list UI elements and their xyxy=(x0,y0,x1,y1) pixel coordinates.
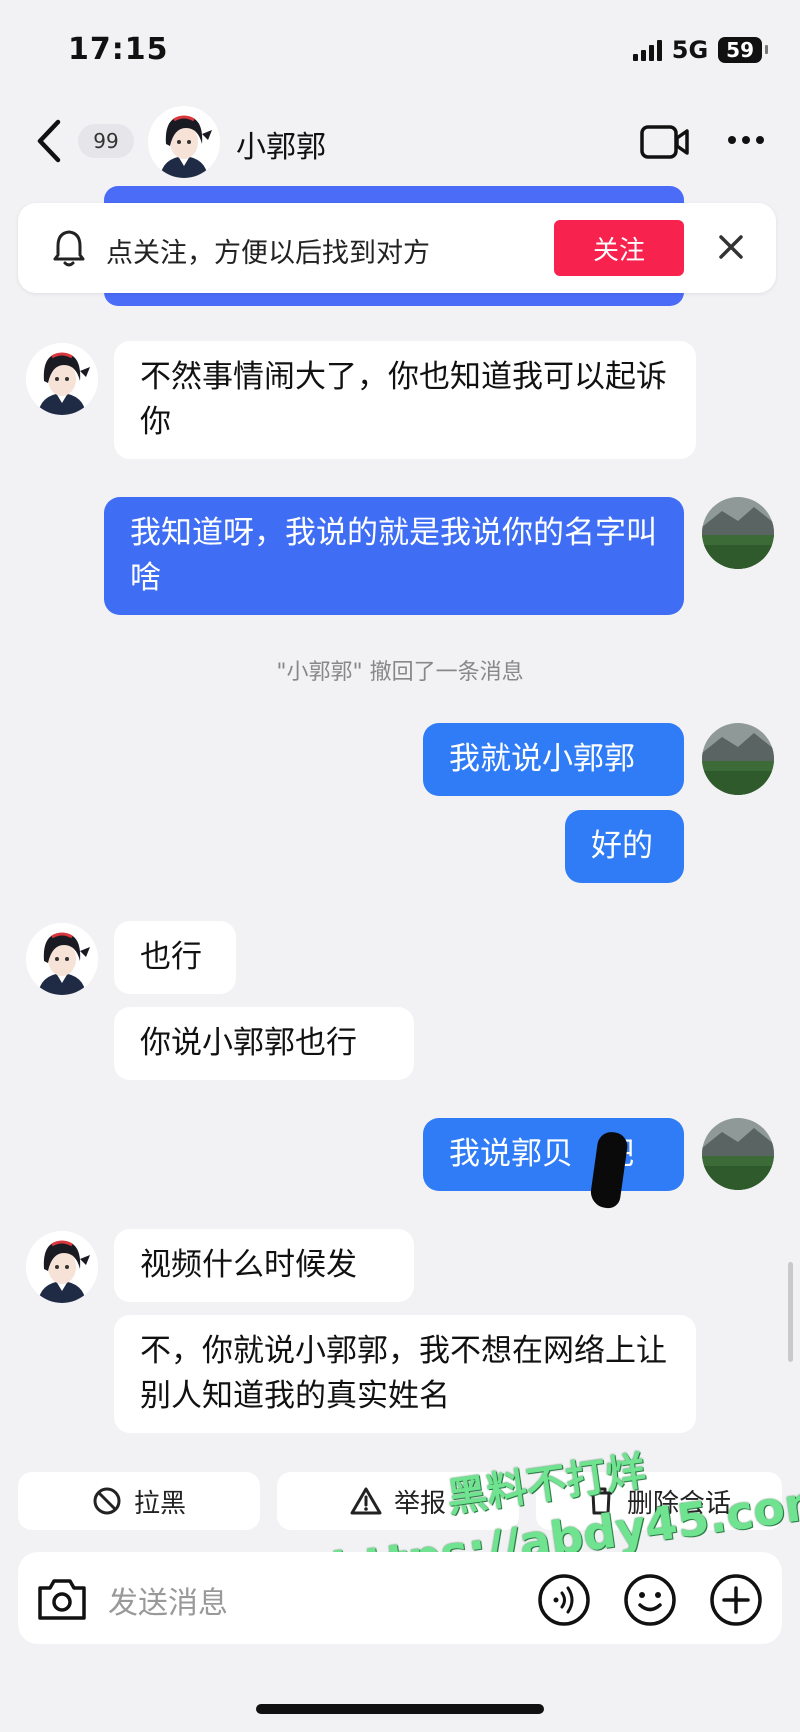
contact-name[interactable]: 小郭郭 xyxy=(236,122,326,166)
status-indicators: 5G 59 xyxy=(632,36,768,64)
contact-avatar[interactable] xyxy=(26,1231,98,1303)
video-call-icon[interactable] xyxy=(640,124,690,160)
block-button[interactable]: 拉黑 xyxy=(18,1472,260,1530)
scrollbar[interactable] xyxy=(788,1262,793,1362)
recall-notice: "小郭郭" 撤回了一条消息 xyxy=(276,660,524,685)
emoji-icon[interactable] xyxy=(622,1572,678,1628)
network-label: 5G xyxy=(671,36,709,64)
message-bubble-outgoing[interactable]: 我说郭贝吧 xyxy=(423,1118,684,1191)
message-bubble-outgoing[interactable]: 我知道呀，我说的就是我说你的名字叫啥 xyxy=(104,497,684,615)
message-bubble-incoming[interactable]: 不，你就说小郭郭，我不想在网络上让别人知道我的真实姓名 xyxy=(114,1315,696,1433)
follow-prompt-text: 点关注，方便以后找到对方 xyxy=(106,238,430,269)
plus-icon[interactable] xyxy=(708,1572,764,1628)
my-avatar[interactable] xyxy=(702,497,774,569)
battery-indicator: 59 xyxy=(718,37,768,63)
contact-avatar[interactable] xyxy=(26,343,98,415)
message-bubble-incoming[interactable]: 不然事情闹大了，你也知道我可以起诉你 xyxy=(114,341,696,459)
warning-icon xyxy=(350,1487,382,1515)
message-bubble-outgoing[interactable]: 我就说小郭郭 xyxy=(423,723,684,796)
close-icon[interactable] xyxy=(716,232,746,262)
my-avatar[interactable] xyxy=(702,723,774,795)
report-label: 举报 xyxy=(393,1488,446,1519)
follow-button[interactable]: 关注 xyxy=(554,220,684,276)
signal-icon xyxy=(632,39,662,61)
bell-icon xyxy=(53,230,85,267)
camera-icon[interactable] xyxy=(36,1576,88,1622)
unread-badge[interactable]: 99 xyxy=(78,124,134,158)
more-icon[interactable] xyxy=(726,133,766,147)
message-input[interactable]: 发送消息 xyxy=(108,1578,228,1622)
my-avatar[interactable] xyxy=(702,1118,774,1190)
block-icon xyxy=(93,1487,121,1515)
message-bubble-outgoing[interactable]: 好的 xyxy=(565,810,684,883)
message-bubble-incoming[interactable]: 视频什么时候发 xyxy=(114,1229,414,1302)
message-text: 我说郭贝 xyxy=(449,1136,573,1172)
status-time: 17:15 xyxy=(68,32,169,67)
message-bubble-incoming[interactable]: 也行 xyxy=(114,921,236,994)
contact-avatar[interactable] xyxy=(148,106,220,178)
contact-avatar[interactable] xyxy=(26,923,98,995)
block-label: 拉黑 xyxy=(133,1488,186,1519)
message-bubble-incoming[interactable]: 你说小郭郭也行 xyxy=(114,1007,414,1080)
back-icon[interactable] xyxy=(34,118,64,164)
home-indicator[interactable] xyxy=(256,1704,544,1714)
voice-icon[interactable] xyxy=(536,1572,592,1628)
